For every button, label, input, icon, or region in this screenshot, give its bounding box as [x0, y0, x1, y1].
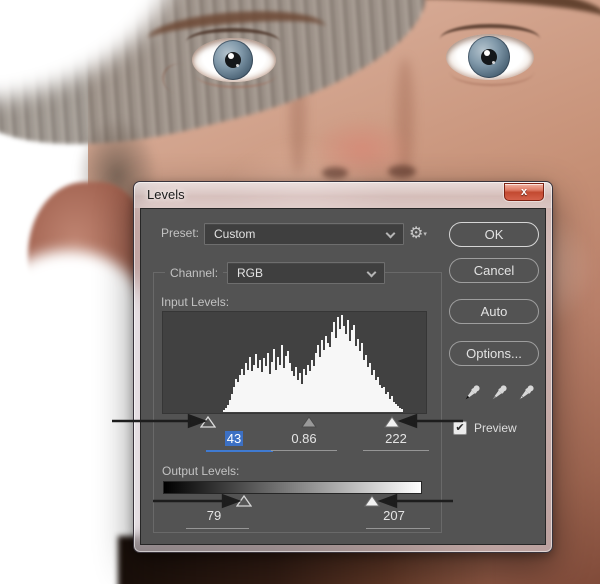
photo-right-eyelid [440, 24, 540, 54]
photo-nose-tip [312, 118, 412, 180]
chevron-down-icon [366, 267, 377, 278]
window-title: Levels [147, 187, 185, 202]
photo-left-eyelid [186, 28, 280, 56]
input-midtone-slider[interactable] [301, 416, 317, 428]
photo-ear [28, 182, 146, 334]
output-shadow-underline [186, 528, 249, 529]
photo-white-backdrop-corner [0, 0, 180, 102]
output-highlight-slider[interactable] [364, 495, 380, 507]
cancel-button[interactable]: Cancel [449, 258, 539, 283]
photo-right-eyebrow [422, 0, 600, 39]
photo-right-catchlight-2 [492, 61, 495, 64]
screenshot-root: { "window": { "title": "Levels", "close_… [0, 0, 600, 584]
options-button[interactable]: Options... [449, 341, 539, 366]
input-highlight-underline [363, 450, 429, 451]
photo-crows-feet [158, 59, 200, 99]
output-shadow-slider[interactable] [236, 495, 252, 507]
channel-value: RGB [237, 266, 264, 280]
preset-select[interactable]: Custom [204, 223, 404, 245]
white-point-eyedropper-icon[interactable] [515, 382, 537, 404]
photo-left-catchlight-2 [236, 64, 239, 67]
photo-nose-bridge-shadow-left [290, 52, 306, 174]
preview-label[interactable]: Preview [474, 421, 517, 435]
preview-checkbox[interactable]: ✔ [453, 421, 467, 435]
input-highlight-value[interactable]: 222 [366, 431, 426, 446]
histogram-bars [223, 314, 405, 412]
photo-left-pupil [225, 52, 241, 68]
photo-nose-bridge-shadow-right [396, 58, 414, 176]
histogram-bar [401, 409, 403, 412]
photo-right-catchlight [484, 50, 490, 56]
ok-button[interactable]: OK [449, 222, 539, 247]
photo-left-catchlight [228, 53, 234, 59]
photo-right-pupil [481, 49, 497, 65]
output-levels-label: Output Levels: [162, 464, 240, 478]
input-shadow-slider[interactable] [200, 416, 216, 428]
titlebar[interactable]: Levels x [134, 182, 552, 208]
preset-label: Preset: [161, 226, 200, 240]
input-levels-label: Input Levels: [161, 295, 230, 309]
eyedropper-toolbar [461, 382, 537, 404]
photo-nostril-right [388, 165, 416, 178]
output-gradient-bar [163, 481, 422, 494]
channel-select[interactable]: RGB [227, 262, 385, 284]
output-highlight-underline [366, 528, 430, 529]
photo-nostril-left [322, 167, 348, 179]
input-highlight-slider[interactable] [384, 416, 400, 428]
photo-left-eye [192, 38, 276, 82]
photo-left-eyebrow [146, 4, 328, 62]
input-shadow-value[interactable]: 43 [204, 431, 264, 446]
input-shadow-underline [206, 450, 273, 452]
preset-value: Custom [214, 227, 256, 241]
photo-left-under-eye [196, 62, 276, 88]
input-midtone-value[interactable]: 0.86 [274, 431, 334, 446]
photo-right-under-eye [450, 58, 534, 86]
photo-right-eye [446, 34, 534, 80]
photo-left-sclera [192, 38, 276, 82]
photo-gray-hair [0, 0, 444, 181]
output-highlight-value[interactable]: 207 [364, 508, 424, 523]
preset-options-menu-button[interactable]: ⚙▾ [409, 223, 439, 245]
input-midtone-underline [271, 450, 337, 451]
chevron-down-icon [385, 228, 396, 239]
photo-white-backdrop-left [0, 250, 150, 584]
close-icon: x [520, 186, 528, 198]
gray-point-eyedropper-icon[interactable] [488, 382, 510, 404]
photo-right-sclera [446, 34, 534, 80]
black-point-eyedropper-icon[interactable] [461, 382, 483, 404]
checkmark-icon: ✔ [455, 422, 465, 434]
close-button[interactable]: x [504, 183, 544, 201]
levels-dialog: Levels x Preset: Custom ⚙▾ OK Cancel Aut… [133, 181, 553, 553]
channel-label: Channel: [165, 266, 224, 280]
photo-left-iris [213, 40, 253, 80]
output-shadow-value[interactable]: 79 [184, 508, 244, 523]
histogram [162, 311, 427, 414]
auto-button[interactable]: Auto [449, 299, 539, 324]
gear-icon: ⚙ [409, 225, 424, 242]
dialog-content: Preset: Custom ⚙▾ OK Cancel Auto Options… [140, 208, 546, 545]
photo-right-iris [468, 36, 510, 78]
gear-caret-icon: ▾ [423, 231, 427, 238]
